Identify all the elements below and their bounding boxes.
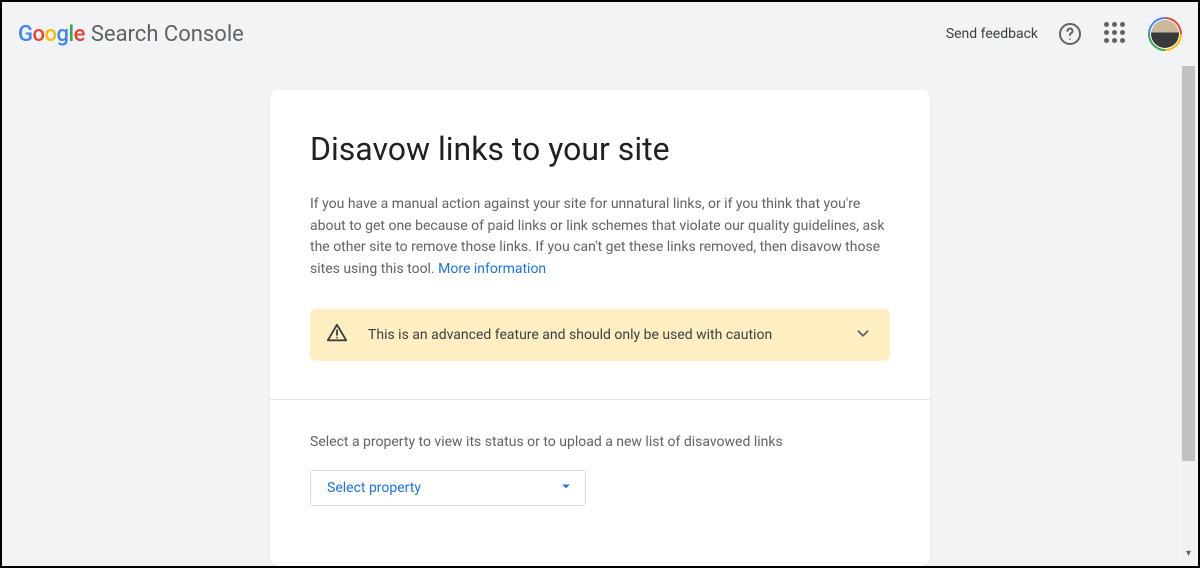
help-icon[interactable] [1056, 20, 1084, 48]
logo-letter: o [33, 22, 45, 47]
logo-letter: G [18, 22, 33, 47]
page-title: Disavow links to your site [310, 130, 890, 168]
section-divider [270, 399, 930, 400]
page-description: If you have a manual action against your… [310, 194, 890, 281]
chevron-down-icon [852, 322, 874, 348]
product-name: Search Console [91, 22, 244, 47]
warning-text: This is an advanced feature and should o… [368, 327, 772, 343]
brand: G o o g l e Search Console [18, 22, 244, 47]
send-feedback-link[interactable]: Send feedback [946, 26, 1038, 42]
account-avatar[interactable] [1148, 17, 1182, 51]
select-property-label: Select property [327, 480, 421, 496]
app-header: G o o g l e Search Console Send feedback [2, 2, 1198, 66]
dropdown-caret-icon [557, 477, 575, 499]
logo-letter: e [74, 22, 85, 47]
select-property-dropdown[interactable]: Select property [310, 470, 586, 506]
description-text: If you have a manual action against your… [310, 196, 884, 277]
main-area: Disavow links to your site If you have a… [2, 66, 1198, 566]
apps-icon[interactable] [1102, 20, 1130, 48]
logo-letter: o [44, 22, 56, 47]
select-section-label: Select a property to view its status or … [310, 434, 890, 450]
content-card: Disavow links to your site If you have a… [270, 90, 930, 566]
vertical-scrollbar[interactable]: ▾ [1181, 66, 1196, 560]
app-viewport: G o o g l e Search Console Send feedback [2, 2, 1198, 566]
warning-triangle-icon [326, 322, 348, 348]
more-information-link[interactable]: More information [438, 261, 546, 277]
google-logo: G o o g l e [18, 22, 85, 47]
warning-banner[interactable]: This is an advanced feature and should o… [310, 309, 890, 361]
warning-content: This is an advanced feature and should o… [326, 322, 772, 348]
scrollbar-thumb[interactable] [1182, 66, 1195, 461]
scrollbar-down-arrow[interactable]: ▾ [1181, 546, 1196, 560]
header-actions: Send feedback [946, 17, 1182, 51]
logo-letter: g [56, 22, 68, 47]
